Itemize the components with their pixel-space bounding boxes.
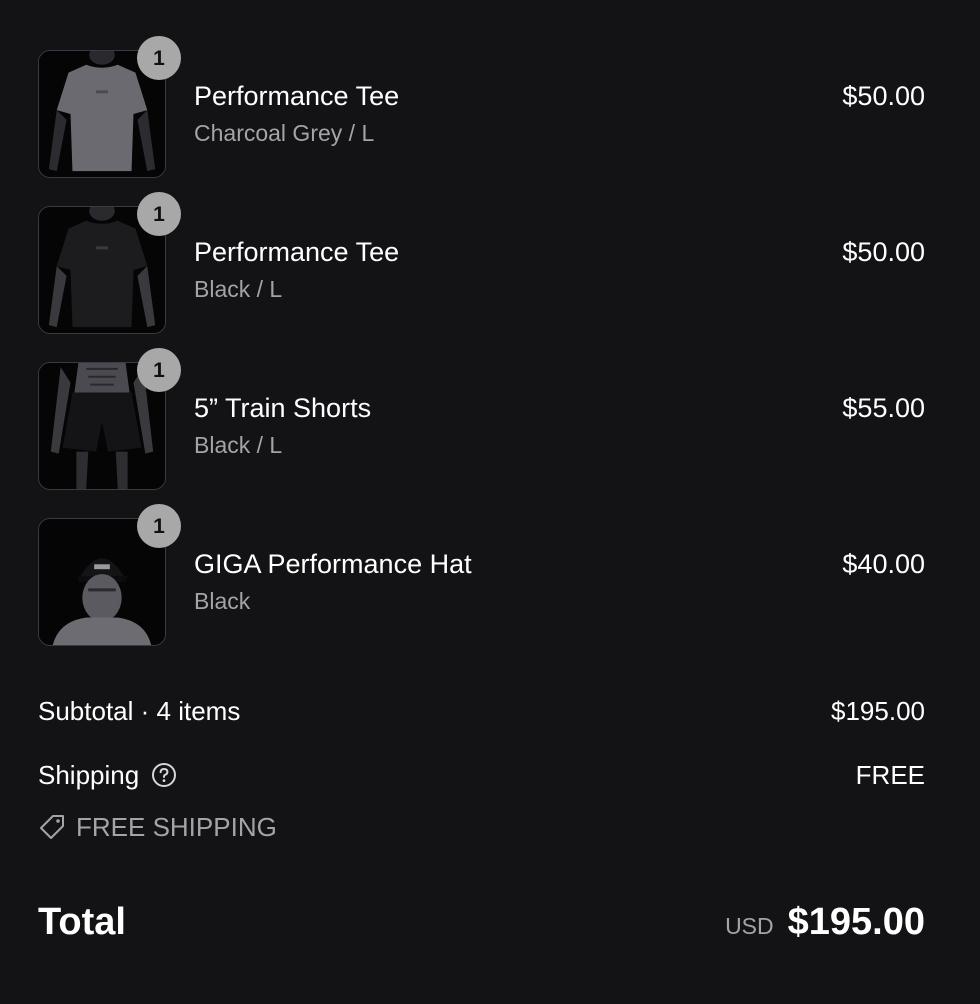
item-variant: Black / L: [194, 432, 283, 458]
item-name: 5” Train Shorts: [194, 393, 372, 423]
item-name: Performance Tee: [194, 237, 400, 267]
cost-breakdown: Subtotal · 4 items $195.00 Shipping FREE: [38, 694, 925, 844]
currency-code: USD: [725, 912, 774, 939]
item-price: $40.00: [842, 549, 925, 579]
item-variant: Black: [194, 588, 251, 614]
line-item: 1 Performance Tee Black / L $50.00: [38, 192, 925, 362]
line-item: 1 5” Train Shorts Black / L $55.00: [38, 348, 925, 518]
item-info: GIGA Performance Hat Black: [194, 547, 472, 616]
item-price: $50.00: [842, 237, 925, 267]
item-variant: Charcoal Grey / L: [194, 120, 375, 146]
quantity-badge: 1: [137, 504, 181, 548]
product-thumbnail: 1: [38, 36, 181, 178]
line-item: 1 Performance Tee Charcoal Grey / L $50.…: [38, 36, 925, 206]
shipping-label-group: Shipping: [38, 758, 177, 792]
subtotal-row: Subtotal · 4 items $195.00: [38, 694, 925, 728]
order-summary: 1 Performance Tee Charcoal Grey / L $50.…: [0, 0, 980, 1004]
discount-label: FREE SHIPPING: [76, 812, 277, 842]
item-name: GIGA Performance Hat: [194, 549, 472, 579]
discount-line: FREE SHIPPING: [38, 810, 925, 844]
item-name: Performance Tee: [194, 81, 400, 111]
item-price: $50.00: [842, 81, 925, 111]
quantity-badge: 1: [137, 36, 181, 80]
product-thumbnail: 1: [38, 348, 181, 490]
total-value: $195.00: [787, 900, 925, 943]
item-variant: Black / L: [194, 276, 283, 302]
quantity-badge: 1: [137, 192, 181, 236]
item-info: Performance Tee Charcoal Grey / L: [194, 79, 399, 148]
question-circle-icon[interactable]: [151, 762, 177, 788]
subtotal-value: $195.00: [831, 696, 925, 726]
quantity-badge: 1: [137, 348, 181, 392]
item-info: Performance Tee Black / L: [194, 235, 399, 304]
subtotal-label: Subtotal · 4 items: [38, 696, 241, 726]
total-row: Total USD $195.00: [38, 898, 925, 946]
total-value-group: USD $195.00: [725, 901, 925, 944]
tag-icon: [38, 813, 66, 841]
item-info: 5” Train Shorts Black / L: [194, 391, 371, 460]
shipping-value: FREE: [855, 760, 925, 790]
line-item: 1 GIGA Performance Hat Black $40.00: [38, 504, 925, 674]
product-thumbnail: 1: [38, 504, 181, 646]
product-thumbnail: 1: [38, 192, 181, 334]
shipping-label: Shipping: [38, 760, 140, 790]
item-price: $55.00: [842, 393, 925, 423]
total-label: Total: [38, 901, 126, 943]
shipping-row: Shipping FREE: [38, 758, 925, 792]
